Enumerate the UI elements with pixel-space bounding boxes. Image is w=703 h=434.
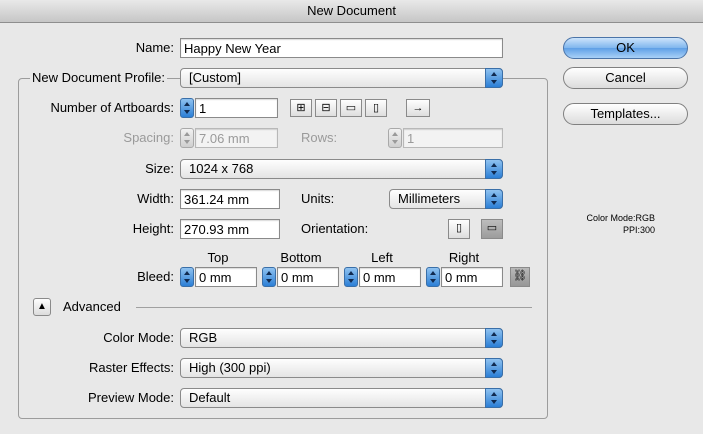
raster-effects-select-value: High (300 ppi) [189, 360, 271, 375]
name-label: Name: [135, 40, 174, 55]
units-label: Units: [301, 191, 335, 206]
units-select[interactable]: Millimeters [389, 189, 503, 209]
preview-mode-select-value: Default [189, 390, 231, 405]
portrait-orientation-icon[interactable]: ▯ [448, 219, 470, 239]
width-label: Width: [137, 191, 174, 206]
bleed-top-header: Top [207, 250, 229, 265]
chevron-updown-icon [485, 68, 503, 88]
name-input[interactable]: Happy New Year [180, 38, 503, 58]
profile-label: New Document Profile: [30, 68, 167, 88]
disclosure-triangle-icon[interactable]: ▲ [33, 298, 51, 316]
preview-mode-select[interactable]: Default [180, 388, 503, 408]
spacing-label: Spacing: [123, 130, 174, 145]
artboards-input[interactable]: 1 [195, 98, 278, 118]
bleed-right-header: Right [448, 250, 480, 265]
advanced-label: Advanced [63, 299, 121, 314]
info-ppi: PPI:300 [622, 225, 655, 235]
window-title: New Document [0, 0, 703, 23]
chevron-updown-icon [485, 189, 503, 209]
height-input[interactable]: 270.93 mm [180, 219, 280, 239]
raster-effects-select[interactable]: High (300 ppi) [180, 358, 503, 378]
bleed-top-stepper[interactable] [180, 267, 194, 287]
size-select[interactable]: 1024 x 768 [180, 159, 503, 179]
height-label: Height: [132, 221, 174, 236]
chevron-updown-icon [485, 388, 503, 408]
ok-button[interactable]: OK [563, 37, 688, 59]
landscape-orientation-icon[interactable]: ▭ [481, 219, 503, 239]
chevron-updown-icon [485, 159, 503, 179]
bleed-left-header: Left [371, 250, 393, 265]
bleed-top-input[interactable]: 0 mm [195, 267, 257, 287]
color-mode-select-value: RGB [189, 330, 218, 345]
grid-by-row-icon[interactable]: ⊞ [290, 99, 312, 117]
chevron-updown-icon [485, 328, 503, 348]
color-mode-select[interactable]: RGB [180, 328, 503, 348]
change-to-right-to-left-layout-icon[interactable]: → [406, 99, 430, 117]
bleed-right-stepper[interactable] [426, 267, 440, 287]
bleed-right-input[interactable]: 0 mm [441, 267, 503, 287]
link-icon[interactable]: ⛓ [510, 267, 530, 287]
bleed-bottom-input[interactable]: 0 mm [277, 267, 339, 287]
arrange-by-row-icon[interactable]: ▭ [340, 99, 362, 117]
cancel-button[interactable]: Cancel [563, 67, 688, 89]
chevron-updown-icon [485, 358, 503, 378]
spacing-stepper[interactable] [180, 128, 194, 148]
raster-effects-label: Raster Effects: [88, 360, 174, 375]
spacing-input[interactable]: 7.06 mm [195, 128, 278, 148]
bleed-label: Bleed: [137, 269, 174, 284]
artboards-label: Number of Artboards: [50, 100, 174, 115]
rows-stepper[interactable] [388, 128, 402, 148]
color-mode-label: Color Mode: [103, 330, 174, 345]
rows-input[interactable]: 1 [403, 128, 503, 148]
grid-by-column-icon[interactable]: ⊟ [315, 99, 337, 117]
size-label: Size: [145, 161, 174, 176]
bleed-left-input[interactable]: 0 mm [359, 267, 421, 287]
bleed-left-stepper[interactable] [344, 267, 358, 287]
orientation-label: Orientation: [301, 221, 369, 236]
rows-label: Rows: [301, 130, 338, 145]
bleed-bottom-stepper[interactable] [262, 267, 276, 287]
profile-select-value: [Custom] [189, 70, 242, 85]
artboards-stepper[interactable] [180, 98, 194, 118]
units-select-value: Millimeters [398, 191, 461, 206]
bleed-bottom-header: Bottom [280, 250, 322, 265]
preview-mode-label: Preview Mode: [88, 390, 174, 405]
width-input[interactable]: 361.24 mm [180, 189, 280, 209]
arrange-by-column-icon[interactable]: ▯ [365, 99, 387, 117]
templates-button[interactable]: Templates... [563, 103, 688, 125]
profile-select[interactable]: [Custom] [180, 68, 503, 88]
advanced-divider [136, 307, 532, 308]
info-color-mode: Color Mode:RGB [586, 213, 655, 223]
size-select-value: 1024 x 768 [189, 161, 254, 176]
